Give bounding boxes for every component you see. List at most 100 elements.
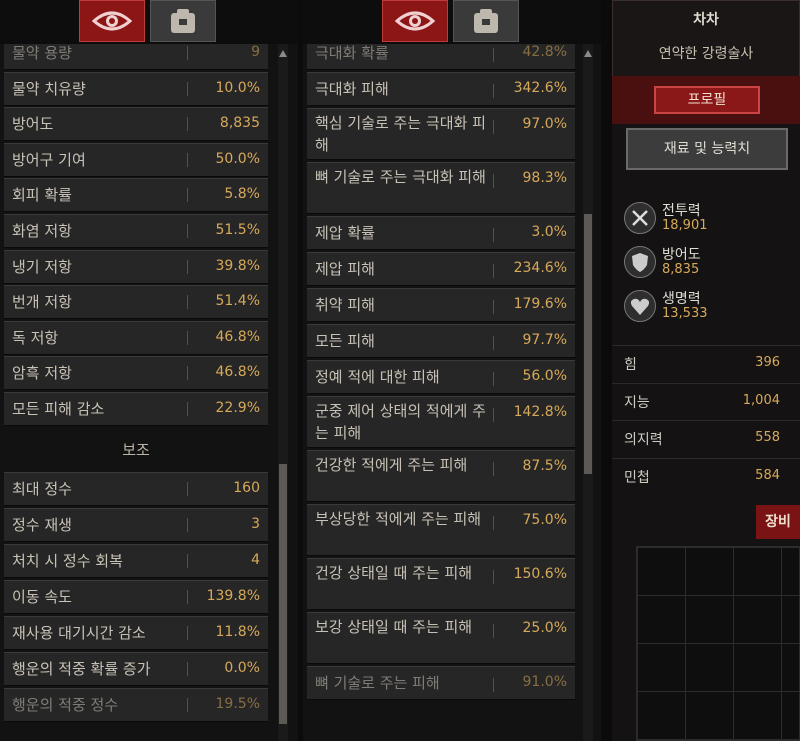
character-class: 연약한 강령술사 xyxy=(658,46,754,62)
divider xyxy=(187,224,188,238)
divider xyxy=(493,264,494,278)
stat-value: 42.8% xyxy=(522,44,567,60)
stat-row[interactable]: 물약 용량 9 xyxy=(4,44,268,70)
stat-label: 뼈 기술로 주는 극대화 피해 xyxy=(315,168,486,186)
left-scrollbar[interactable] xyxy=(278,44,288,741)
stat-value: 5.8% xyxy=(224,186,260,203)
crossed-swords-icon xyxy=(624,202,656,234)
stat-label: 극대화 피해 xyxy=(315,80,389,98)
offense-scrollbar[interactable] xyxy=(583,44,593,741)
stat-row[interactable]: 행운의 적중 정수 19.5% xyxy=(4,687,268,722)
stat-value: 51.5% xyxy=(215,222,260,238)
stat-row[interactable]: 정예 적에 대한 피해 56.0% xyxy=(307,360,575,394)
stat-label: 암흑 저항 xyxy=(12,364,72,383)
stat-row[interactable]: 최대 정수 160 xyxy=(4,471,268,506)
stat-value: 51.4% xyxy=(215,293,260,310)
stat-label: 회피 확률 xyxy=(12,186,72,205)
divider xyxy=(493,462,494,476)
tab-stats-2[interactable] xyxy=(382,0,448,42)
divider xyxy=(493,84,494,98)
stat-row[interactable]: 건강한 적에게 주는 피해 87.5% xyxy=(307,450,575,502)
stat-value: 97.7% xyxy=(522,332,567,348)
stat-label: 화염 저항 xyxy=(12,222,72,240)
scroll-thumb[interactable] xyxy=(584,214,592,474)
divider xyxy=(493,516,494,530)
attribute-willpower: 의지력 558 xyxy=(612,420,800,457)
stat-row[interactable]: 제압 피해 234.6% xyxy=(307,252,575,286)
eye-icon xyxy=(395,11,435,31)
attribute-intelligence: 지능 1,004 xyxy=(612,383,800,420)
stat-row[interactable]: 방어구 기여 50.0% xyxy=(4,142,268,177)
stat-row[interactable]: 회피 확률 5.8% xyxy=(4,178,268,213)
stat-value: 0.0% xyxy=(224,659,260,676)
stat-row[interactable]: 취약 피해 179.6% xyxy=(307,288,575,322)
bag-icon xyxy=(474,9,498,33)
scroll-up-arrow-icon[interactable] xyxy=(584,50,592,57)
stat-row[interactable]: 제압 확률 3.0% xyxy=(307,216,575,250)
divider xyxy=(187,188,188,203)
stat-row[interactable]: 뼈 기술로 주는 극대화 피해 98.3% xyxy=(307,162,575,214)
stat-row[interactable]: 행운의 적중 확률 증가 0.0% xyxy=(4,651,268,686)
left-stat-list[interactable]: 물약 용량 9 물약 치유량 10.0% 방어도 8,835 방어구 기여 50.0% 회피 확… xyxy=(4,44,268,741)
scroll-thumb[interactable] xyxy=(279,464,287,724)
stat-row[interactable]: 정수 재생 3 xyxy=(4,507,268,542)
stat-label: 최대 정수 xyxy=(12,479,72,498)
stat-value: 234.6% xyxy=(513,260,567,276)
stat-row[interactable]: 건강 상태일 때 주는 피해 150.6% xyxy=(307,558,575,610)
stat-row[interactable]: 암흑 저항 46.8% xyxy=(4,356,268,391)
stat-row[interactable]: 핵심 기술로 주는 극대화 피해 97.0% xyxy=(307,108,575,160)
stat-row[interactable]: 모든 피해 97.7% xyxy=(307,324,575,358)
character-panel: 차차 연약한 강령술사 프로필 재료 및 능력치 전투력 18,901 방어도 … xyxy=(612,0,800,741)
stat-row[interactable]: 이동 속도 139.8% xyxy=(4,579,268,614)
equipment-grid[interactable] xyxy=(636,546,800,741)
divider xyxy=(187,402,188,416)
tab-equipment[interactable]: 장비 xyxy=(756,505,800,539)
stat-value: 97.0% xyxy=(522,116,567,132)
stat-label: 핵심 기술로 주는 극대화 피해 xyxy=(315,114,486,154)
stat-label: 번개 저항 xyxy=(12,293,72,312)
stat-label: 방어구 기여 xyxy=(12,150,86,169)
stat-row[interactable]: 처치 시 정수 회복 4 xyxy=(4,543,268,578)
stat-row[interactable]: 냉기 저항 39.8% xyxy=(4,249,268,284)
stat-row[interactable]: 부상당한 적에게 주는 피해 75.0% xyxy=(307,504,575,556)
stat-label: 건강한 적에게 주는 피해 xyxy=(315,456,468,474)
stat-label: 이동 속도 xyxy=(12,587,72,606)
stat-value: 39.8% xyxy=(215,257,260,274)
character-header: 차차 연약한 강령술사 xyxy=(612,0,800,80)
stat-row[interactable]: 방어도 8,835 xyxy=(4,107,268,142)
stat-row[interactable]: 극대화 피해 342.6% xyxy=(307,72,575,106)
heart-icon xyxy=(624,290,656,322)
core-stat-name: 전투력 xyxy=(662,203,701,219)
stat-label: 군중 제어 상태의 적에게 주는 피해 xyxy=(315,402,486,442)
attribute-dexterity: 민첩 584 xyxy=(612,458,800,495)
stat-label: 보강 상태일 때 주는 피해 xyxy=(315,618,473,636)
stat-value: 56.0% xyxy=(522,368,567,384)
offense-stat-list[interactable]: 극대화 확률 42.8% 극대화 피해 342.6% 핵심 기술로 주는 극대화 피해 9… xyxy=(307,44,575,741)
tab-stats[interactable] xyxy=(79,0,145,42)
bag-icon xyxy=(171,9,195,33)
tab-bar xyxy=(0,0,298,44)
divider xyxy=(187,481,188,496)
tab-inventory-2[interactable] xyxy=(453,0,519,42)
divider xyxy=(493,48,494,62)
core-stat-value: 8,835 xyxy=(662,262,700,277)
stat-label: 독 저항 xyxy=(12,328,59,347)
tab-inventory[interactable] xyxy=(150,0,216,42)
stat-row[interactable]: 뼈 기술로 주는 피해 91.0% xyxy=(307,666,575,700)
materials-stats-button[interactable]: 재료 및 능력치 xyxy=(626,128,788,170)
stat-row[interactable]: 보강 상태일 때 주는 피해 25.0% xyxy=(307,612,575,664)
stat-row[interactable]: 극대화 확률 42.8% xyxy=(307,44,575,70)
profile-button[interactable]: 프로필 xyxy=(654,86,760,114)
divider xyxy=(187,589,188,604)
stat-row[interactable]: 화염 저항 51.5% xyxy=(4,214,268,248)
stat-row[interactable]: 물약 치유량 10.0% xyxy=(4,71,268,106)
stat-row[interactable]: 재사용 대기시간 감소 11.8% xyxy=(4,615,268,650)
scroll-up-arrow-icon[interactable] xyxy=(279,50,287,57)
stat-row[interactable]: 모든 피해 감소 22.9% xyxy=(4,392,268,426)
stat-row[interactable]: 번개 저항 51.4% xyxy=(4,285,268,320)
stat-row[interactable]: 독 저항 46.8% xyxy=(4,320,268,355)
stat-row[interactable]: 군중 제어 상태의 적에게 주는 피해 142.8% xyxy=(307,396,575,448)
stat-value: 179.6% xyxy=(513,296,567,312)
stat-value: 98.3% xyxy=(522,170,567,186)
stat-label: 취약 피해 xyxy=(315,296,375,314)
